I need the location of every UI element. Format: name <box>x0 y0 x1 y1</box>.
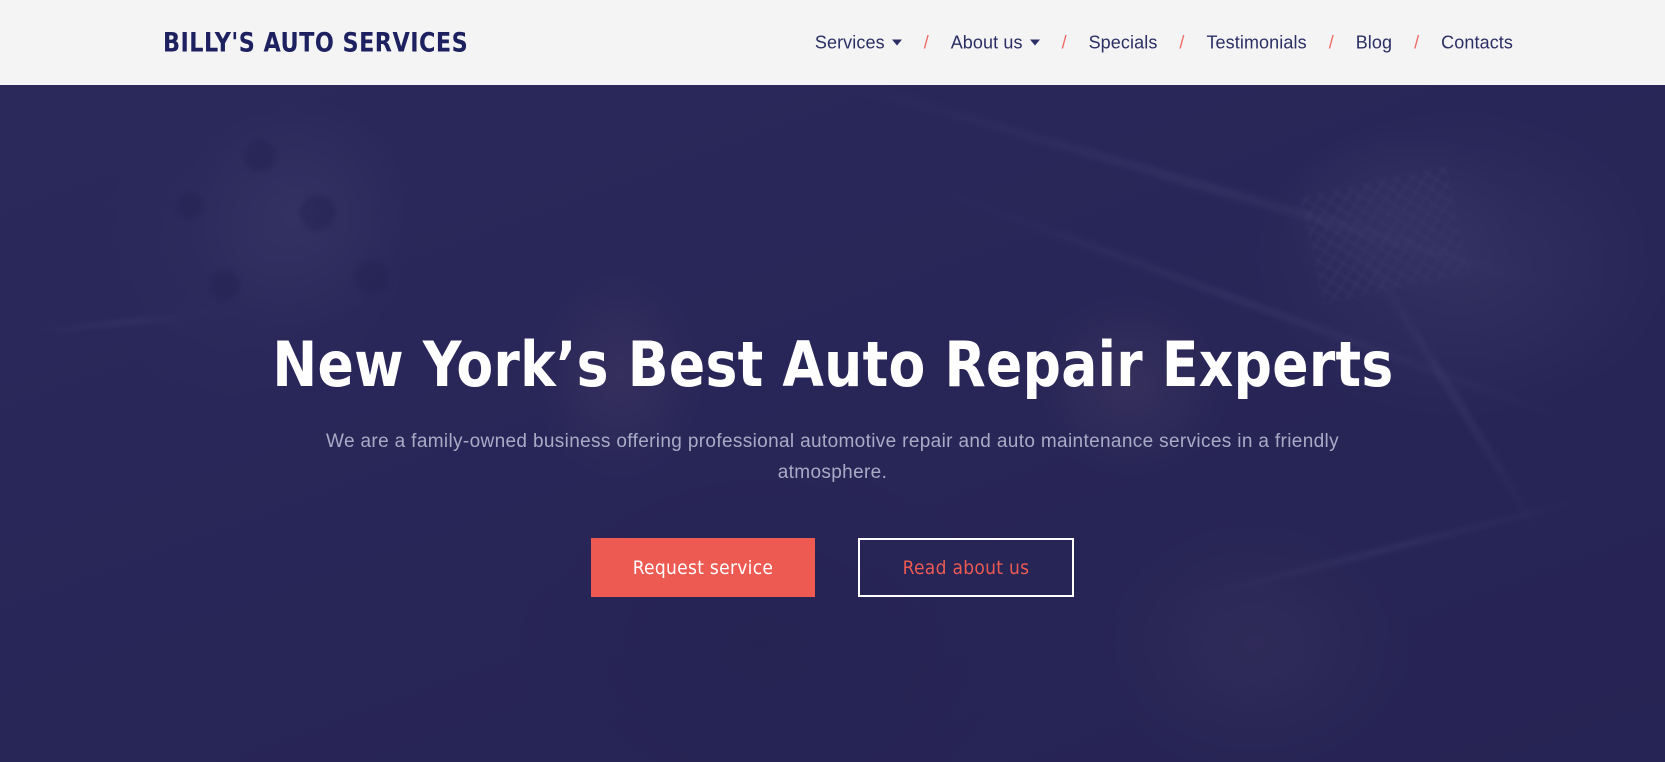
request-service-button[interactable]: Request service <box>591 538 815 597</box>
nav-label-specials: Specials <box>1088 32 1158 52</box>
hero-content: New York’s Best Auto Repair Experts We a… <box>0 85 1665 762</box>
nav-label-about-us: About us <box>950 32 1023 52</box>
nav-separator: / <box>923 32 929 52</box>
nav-item-about-us[interactable]: About us <box>951 32 1040 53</box>
hero-section: New York’s Best Auto Repair Experts We a… <box>0 85 1665 762</box>
nav-item-testimonials[interactable]: Testimonials <box>1206 32 1306 53</box>
chevron-down-icon <box>1029 39 1040 46</box>
nav-separator: / <box>1061 32 1067 52</box>
nav-item-services[interactable]: Services <box>815 32 902 53</box>
nav-label-testimonials: Testimonials <box>1206 32 1307 52</box>
landing-page: BILLY'S AUTO SERVICES Services / About u… <box>0 0 1665 762</box>
nav-label-services: Services <box>814 32 885 52</box>
nav-item-contacts[interactable]: Contacts <box>1441 32 1513 53</box>
nav-separator: / <box>1414 32 1420 52</box>
main-navigation: Services / About us / Specials / Testimo… <box>815 32 1513 53</box>
nav-separator: / <box>1179 32 1185 52</box>
read-about-us-button[interactable]: Read about us <box>858 538 1074 597</box>
site-logo[interactable]: BILLY'S AUTO SERVICES <box>163 27 468 58</box>
hero-headline: New York’s Best Auto Repair Experts <box>271 328 1394 401</box>
nav-separator: / <box>1328 32 1334 52</box>
site-header: BILLY'S AUTO SERVICES Services / About u… <box>0 0 1665 85</box>
nav-item-blog[interactable]: Blog <box>1356 32 1392 53</box>
hero-subtitle: We are a family-owned business offering … <box>326 431 1339 483</box>
nav-item-specials[interactable]: Specials <box>1089 32 1158 53</box>
hero-cta-row: Request service Read about us <box>591 538 1074 597</box>
chevron-down-icon <box>891 39 902 46</box>
nav-label-blog: Blog <box>1355 32 1393 52</box>
nav-label-contacts: Contacts <box>1441 32 1513 52</box>
